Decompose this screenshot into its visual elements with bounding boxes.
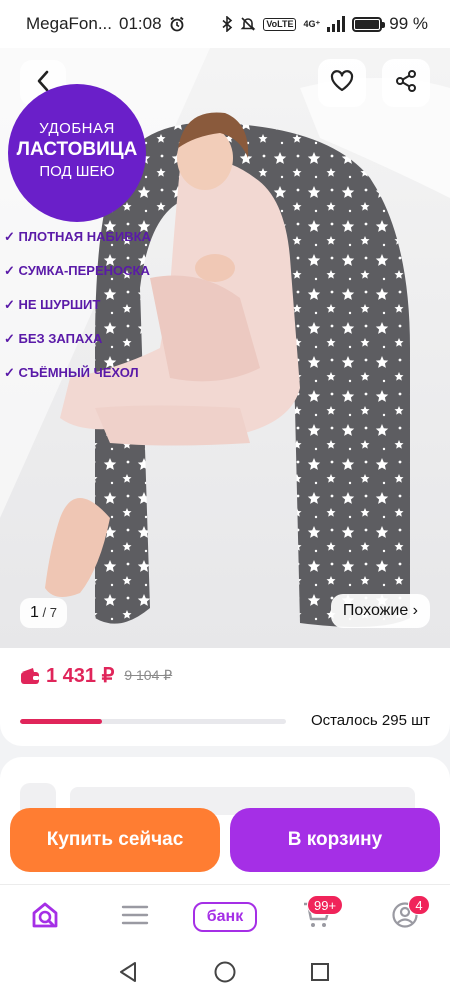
triangle-back-icon (118, 961, 138, 988)
favorite-button[interactable] (318, 59, 366, 107)
bottom-tab-bar: банк 99+ 4 (0, 884, 450, 948)
network-type: 4G⁺ (303, 18, 321, 29)
clock: 01:08 (119, 14, 162, 33)
image-current-index: 1 (30, 604, 39, 621)
battery-level (355, 19, 380, 29)
wallet-icon (20, 667, 40, 685)
promo-line-3: ПОД ШЕЮ (39, 163, 115, 180)
status-left: MegaFon... 01:08 (26, 14, 185, 34)
feature-item: ✓ ПЛОТНАЯ НАБИВКА (4, 229, 151, 244)
nav-back-button[interactable] (115, 961, 141, 987)
add-to-cart-button[interactable]: В корзину (230, 808, 440, 872)
stock-remaining-label: Осталось 295 шт (310, 712, 430, 729)
cart-count-badge: 99+ (307, 895, 344, 915)
square-recents-icon (310, 962, 330, 987)
old-price: 9 104 ₽ (124, 667, 173, 683)
tab-bank[interactable]: банк (193, 902, 257, 932)
home-search-icon (30, 900, 60, 935)
feature-item: ✓ НЕ ШУРШИТ (4, 297, 101, 312)
circle-home-icon (213, 960, 237, 989)
feature-item: ✓ СЪЁМНЫЙ ЧЕХОЛ (4, 365, 139, 380)
tab-catalog[interactable] (115, 899, 155, 935)
carrier-name: MegaFon... (26, 14, 112, 33)
heart-icon (330, 69, 354, 97)
battery-percent: 99 % (389, 14, 428, 33)
image-counter: 1 / 7 (20, 598, 67, 628)
feature-item: ✓ БЕЗ ЗАПАХА (4, 331, 103, 346)
profile-notification-badge: 4 (408, 895, 430, 915)
promo-badge: УДОБНАЯ ЛАСТОВИЦА ПОД ШЕЮ (8, 84, 146, 222)
current-price: 1 431 ₽ (46, 665, 115, 687)
stock-progress-fill (20, 719, 103, 724)
share-button[interactable] (382, 59, 430, 107)
tab-home-search[interactable] (25, 899, 65, 935)
app-screen: MegaFon... 01:08 VoLTE 4G⁺ 99 % УДОБНАЯ … (0, 0, 450, 1000)
stock-progress-bar (20, 719, 286, 724)
price-card: 1 431 ₽ 9 104 ₽ Осталось 295 шт (0, 648, 450, 746)
volte-icon: VoLTE (263, 17, 297, 31)
image-total: 7 (49, 605, 57, 620)
image-total-separator: / (38, 605, 50, 620)
price-row: 1 431 ₽ 9 104 ₽ (20, 663, 172, 688)
nav-home-button[interactable] (212, 961, 238, 987)
product-image-gallery[interactable]: УДОБНАЯ ЛАСТОВИЦА ПОД ШЕЮ ✓ ПЛОТНАЯ НАБИ… (0, 48, 450, 648)
signal-icon (327, 16, 346, 32)
nav-recents-button[interactable] (307, 961, 333, 987)
alarm-icon (169, 16, 185, 32)
system-navigation-bar (0, 948, 450, 1000)
bluetooth-icon (221, 16, 233, 32)
buy-now-button[interactable]: Купить сейчас (10, 808, 220, 872)
feature-list: ✓ ПЛОТНАЯ НАБИВКА ✓ СУМКА-ПЕРЕНОСКА ✓ НЕ… (4, 220, 151, 390)
mute-icon (240, 16, 256, 32)
status-right: VoLTE 4G⁺ 99 % (221, 14, 428, 34)
battery-icon (352, 16, 386, 32)
promo-line-1: УДОБНАЯ (39, 120, 115, 137)
promo-line-2: ЛАСТОВИЦА (16, 139, 138, 160)
similar-products-button[interactable]: Похожие › (330, 594, 430, 628)
feature-item: ✓ СУМКА-ПЕРЕНОСКА (4, 263, 150, 278)
menu-icon (121, 904, 149, 931)
status-bar: MegaFon... 01:08 VoLTE 4G⁺ 99 % (0, 0, 450, 48)
share-icon (395, 69, 417, 97)
